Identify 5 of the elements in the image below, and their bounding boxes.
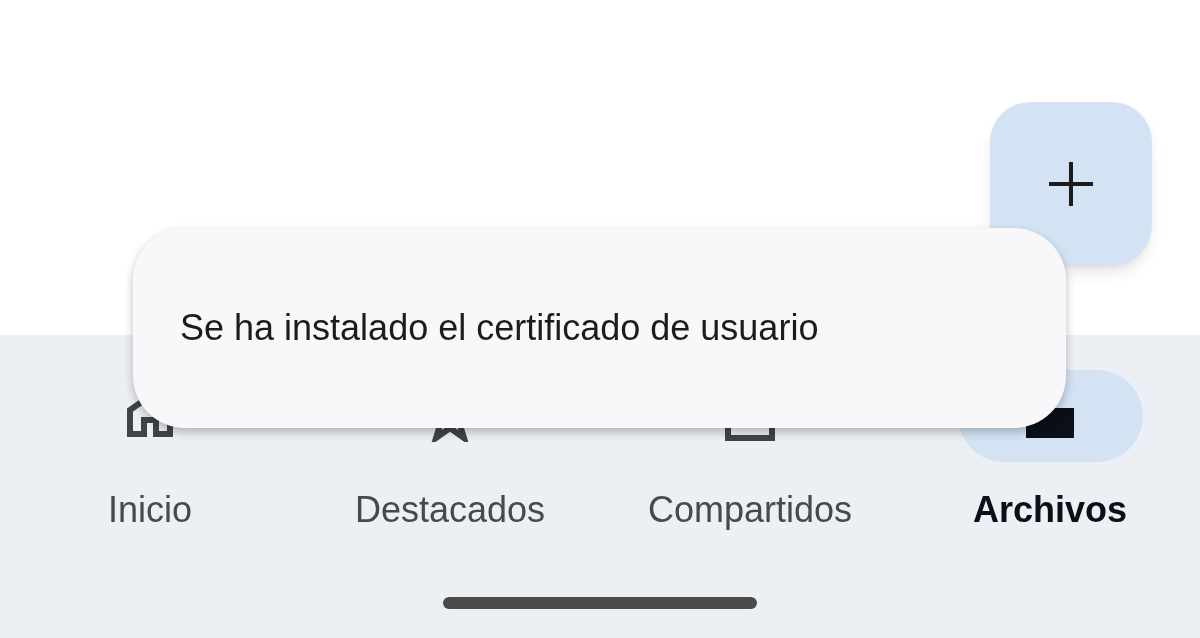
nav-tab[interactable]: Compartidos [647,488,853,532]
nav-tab[interactable]: Archivos [972,488,1128,532]
snackbar-message: Se ha instalado el certificado de usuario [180,306,820,350]
nav-tab[interactable]: Destacados [354,488,546,532]
nav-tab[interactable]: Inicio [107,488,192,532]
